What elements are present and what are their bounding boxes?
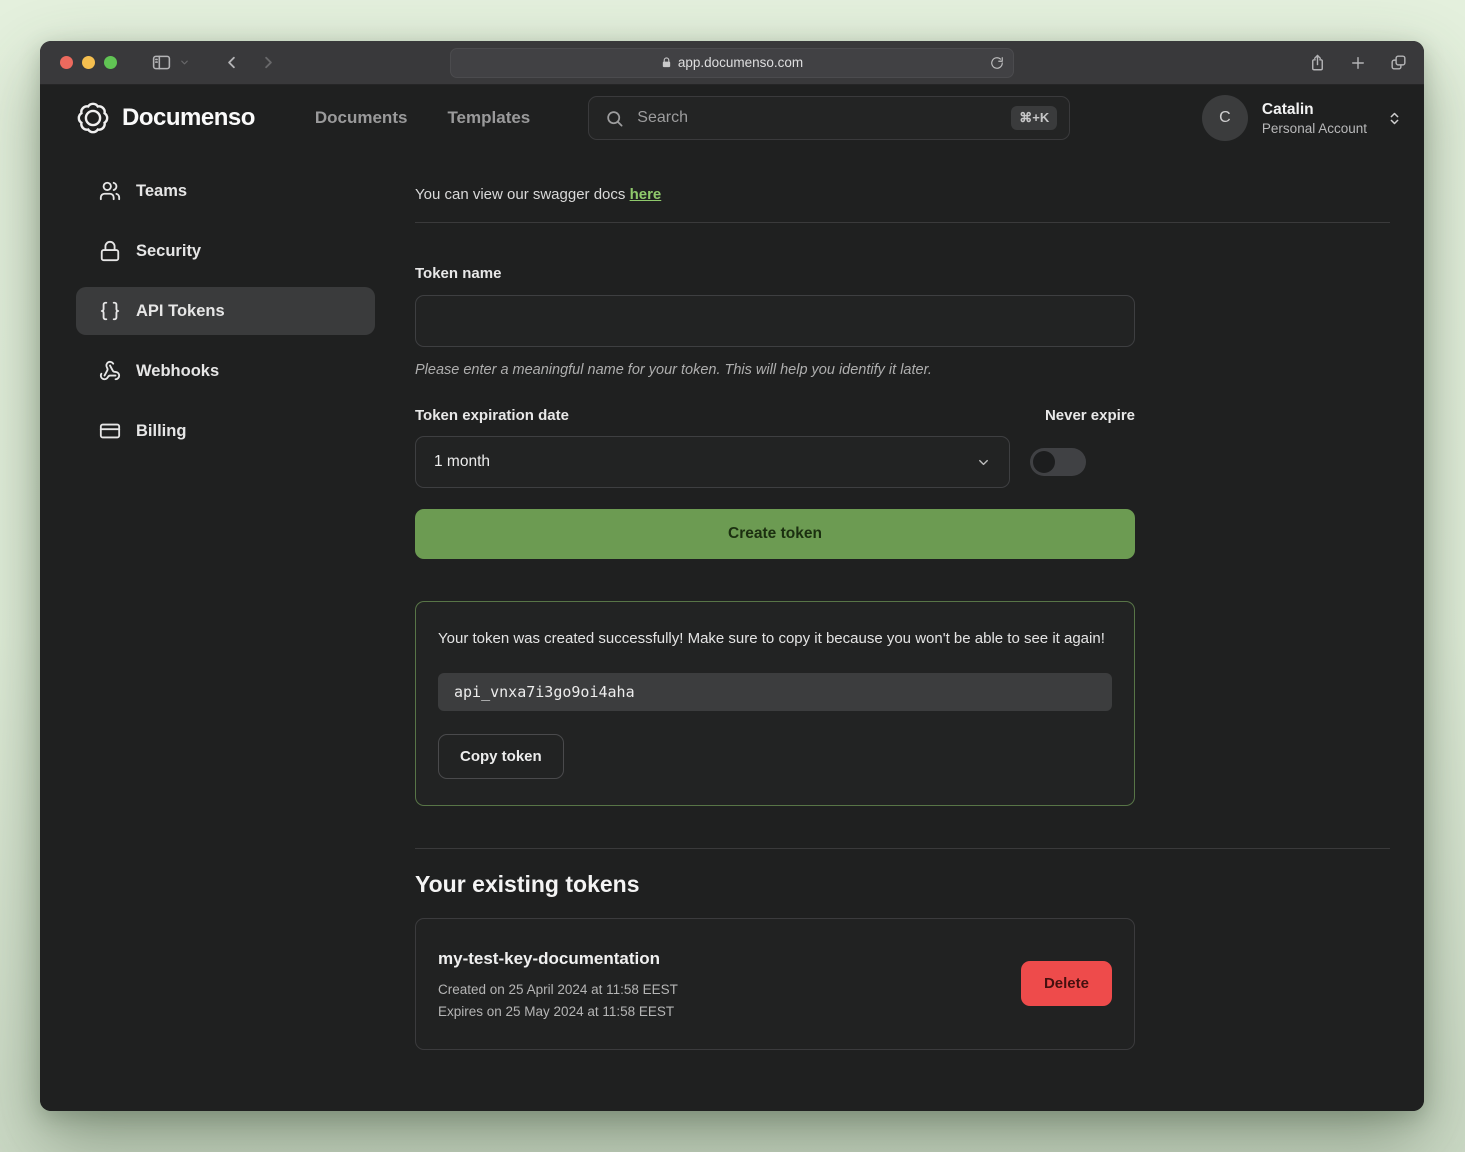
braces-icon	[99, 300, 121, 322]
brand-logo[interactable]: Documenso	[76, 101, 255, 135]
address-bar[interactable]: app.documenso.com	[450, 48, 1014, 78]
nav-documents[interactable]: Documents	[315, 108, 408, 128]
token-created-date: Created on 25 April 2024 at 11:58 EEST	[438, 982, 678, 997]
token-expiration-label: Token expiration date	[415, 407, 569, 424]
app-header: Documenso Documents Templates Search ⌘+K…	[40, 85, 1424, 151]
brand-name: Documenso	[122, 104, 255, 132]
search-placeholder: Search	[637, 109, 688, 127]
browser-window: app.documenso.com	[40, 41, 1424, 1111]
browser-toolbar: app.documenso.com	[40, 41, 1424, 85]
webhook-icon	[99, 360, 121, 382]
token-value-field[interactable]: api_vnxa7i3go9oi4aha	[438, 673, 1112, 711]
app-body: Teams Security API Tokens Webhooks	[40, 151, 1424, 1111]
divider	[415, 222, 1390, 223]
token-card-name: my-test-key-documentation	[438, 949, 678, 969]
api-tokens-content: You can view our swagger docs here Token…	[379, 155, 1424, 1111]
documenso-logo-icon	[76, 101, 110, 135]
chevrons-up-down-icon	[1387, 111, 1402, 126]
main-nav: Documents Templates	[315, 108, 530, 128]
sidebar-item-billing[interactable]: Billing	[76, 407, 375, 455]
token-card: my-test-key-documentation Created on 25 …	[415, 918, 1135, 1050]
swagger-docs-link[interactable]: here	[630, 186, 662, 203]
toolbar-right	[1308, 53, 1408, 73]
zoom-window-button[interactable]	[104, 56, 117, 69]
sidebar-item-webhooks[interactable]: Webhooks	[76, 347, 375, 395]
swagger-docs-line: You can view our swagger docs here	[415, 186, 1390, 203]
token-name-hint: Please enter a meaningful name for your …	[415, 362, 1390, 378]
toggle-knob	[1033, 451, 1055, 473]
sidebar-item-security[interactable]: Security	[76, 227, 375, 275]
nav-templates[interactable]: Templates	[447, 108, 530, 128]
token-created-message: Your token was created successfully! Mak…	[438, 626, 1112, 652]
avatar: C	[1202, 95, 1248, 141]
account-menu[interactable]: C Catalin Personal Account	[1202, 95, 1402, 141]
desktop: app.documenso.com	[0, 0, 1465, 1152]
sidebar-item-api-tokens[interactable]: API Tokens	[76, 287, 375, 335]
sidebar-toggle-icon[interactable]	[151, 52, 172, 73]
sidebar-item-label: API Tokens	[136, 302, 225, 321]
token-name-label: Token name	[415, 265, 1390, 282]
reload-icon[interactable]	[990, 56, 1004, 70]
settings-sidebar: Teams Security API Tokens Webhooks	[40, 155, 379, 1111]
expiration-selected-value: 1 month	[434, 453, 490, 471]
search-input[interactable]: Search ⌘+K	[588, 96, 1070, 140]
tab-overview-icon[interactable]	[1389, 53, 1408, 72]
documenso-app: Documenso Documents Templates Search ⌘+K…	[40, 85, 1424, 1111]
back-icon[interactable]	[222, 53, 241, 72]
sidebar-item-teams[interactable]: Teams	[76, 167, 375, 215]
swagger-text: You can view our swagger docs	[415, 186, 630, 203]
account-type: Personal Account	[1262, 121, 1367, 136]
create-token-button[interactable]: Create token	[415, 509, 1135, 559]
sidebar-menu-chevron-down-icon[interactable]	[179, 57, 190, 68]
sidebar-item-label: Security	[136, 242, 201, 261]
copy-token-button[interactable]: Copy token	[438, 734, 564, 779]
chevron-down-icon	[976, 455, 991, 470]
lock-icon	[99, 240, 121, 262]
account-name: Catalin	[1262, 100, 1367, 121]
divider	[415, 848, 1390, 849]
credit-card-icon	[99, 420, 121, 442]
sidebar-item-label: Billing	[136, 422, 186, 441]
never-expire-toggle[interactable]	[1030, 448, 1086, 476]
minimize-window-button[interactable]	[82, 56, 95, 69]
never-expire-label: Never expire	[1045, 407, 1135, 424]
tls-lock-icon	[661, 56, 672, 69]
sidebar-item-label: Teams	[136, 182, 187, 201]
sidebar-item-label: Webhooks	[136, 362, 219, 381]
traffic-lights	[60, 56, 117, 69]
search-shortcut-badge: ⌘+K	[1011, 106, 1057, 130]
close-window-button[interactable]	[60, 56, 73, 69]
users-icon	[99, 180, 121, 202]
search-icon	[605, 109, 624, 128]
delete-token-button[interactable]: Delete	[1021, 961, 1112, 1006]
forward-icon[interactable]	[259, 53, 278, 72]
token-card-info: my-test-key-documentation Created on 25 …	[438, 949, 678, 1019]
token-name-input[interactable]	[415, 295, 1135, 347]
token-created-alert: Your token was created successfully! Mak…	[415, 601, 1135, 806]
new-tab-icon[interactable]	[1349, 54, 1367, 72]
existing-tokens-heading: Your existing tokens	[415, 871, 1390, 898]
share-icon[interactable]	[1308, 53, 1327, 73]
expiration-select[interactable]: 1 month	[415, 436, 1010, 488]
token-expires-date: Expires on 25 May 2024 at 11:58 EEST	[438, 1004, 678, 1019]
url-text: app.documenso.com	[678, 55, 803, 70]
